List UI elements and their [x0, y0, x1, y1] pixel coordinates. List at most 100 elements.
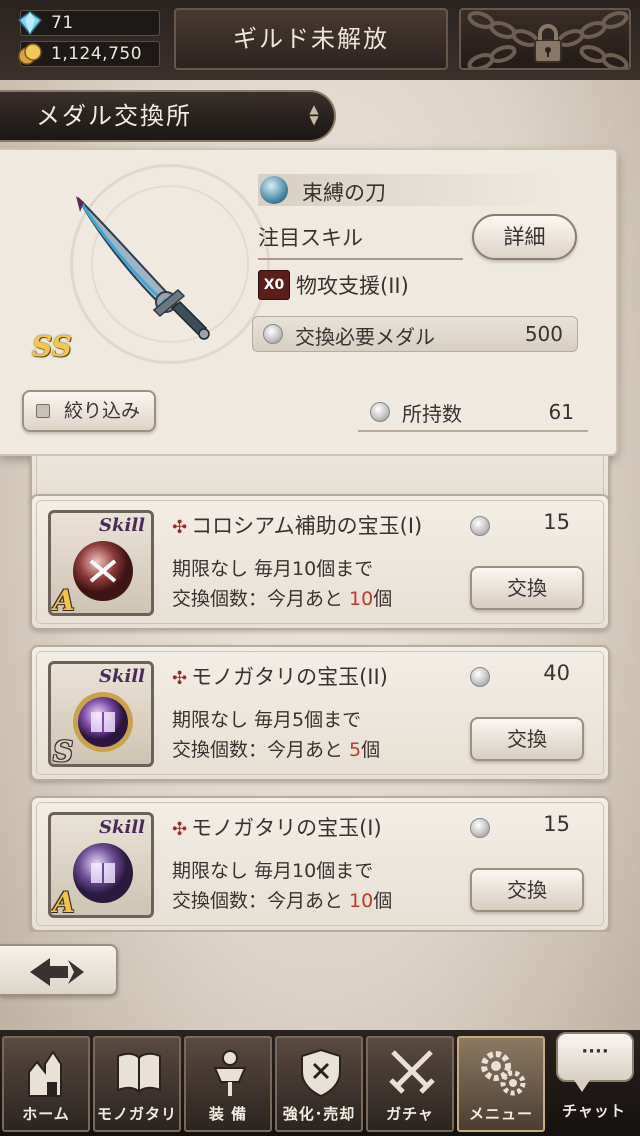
skill-tag: Skill [99, 515, 145, 536]
top-bar: 71 1,124,750 ギルド未解放 [0, 0, 640, 80]
filter-checkbox-icon [36, 404, 50, 418]
mannequin-icon [213, 1050, 247, 1096]
item-price: 40 [543, 661, 570, 685]
nav-gacha[interactable]: ガチャ [366, 1036, 454, 1132]
castle-icon [28, 1050, 62, 1097]
count-prefix: 交換個数：今月あと [172, 739, 350, 761]
nav-enhance[interactable]: 強化･売却 [275, 1036, 363, 1132]
skill-tag: Skill [99, 666, 145, 687]
gem-count: 71 [51, 13, 74, 33]
sort-arrows-icon[interactable]: ▲ ▼ [304, 103, 326, 128]
required-medal-value: 500 [524, 322, 563, 346]
filter-button[interactable]: 絞り込み [22, 390, 156, 432]
cross-icon: ✣ [172, 517, 188, 538]
nav-menu[interactable]: メニュー [457, 1036, 545, 1132]
nav-story-label: モノガタリ [96, 1105, 177, 1123]
list-item: Skill S ✣ モノガタリの宝玉(II) 40 期限なし 毎月5個まで 交換個… [30, 645, 610, 781]
owned-medal-row: 所持数 61 [358, 396, 588, 432]
list-item: Skill A ✣ モノガタリの宝玉(I) 15 期限なし 毎月10個まで 交換個… [30, 796, 610, 932]
item-icon: Skill A [48, 812, 154, 918]
nav-chat-label[interactable]: チャット [548, 1100, 640, 1121]
item-price: 15 [543, 812, 570, 836]
gold-count: 1,124,750 [51, 44, 143, 64]
chain-lock-icon [467, 11, 629, 68]
back-arrow-icon [30, 958, 84, 986]
shield-icon [301, 1048, 341, 1098]
medal-icon [470, 667, 490, 687]
detail-button[interactable]: 詳細 [472, 214, 577, 260]
item-rank: A [53, 584, 75, 616]
nav-equip-label: 装 備 [208, 1105, 248, 1123]
bottom-navigation: ホーム モノガタリ 装 備 強化･売却 ガチャ メニュー [0, 1030, 640, 1136]
orb-icon [71, 841, 135, 905]
gem-counter: 71 [17, 10, 160, 36]
gears-icon [481, 1051, 526, 1096]
guild-button[interactable]: ギルド未解放 [174, 8, 448, 70]
medal-icon [470, 818, 490, 838]
weapon-name: 束縛の刀 [302, 181, 386, 205]
focus-skill-label: 注目スキル [258, 222, 463, 260]
crossed-swords-icon [389, 1050, 435, 1094]
item-detail-panel: SS 束縛の刀 注目スキル 詳細 X0 物攻支援(II) 交換必要メダル 500… [0, 148, 618, 456]
required-medal-row: 交換必要メダル 500 [252, 316, 578, 352]
exchange-list[interactable]: Skill A ✣ コロシアム補助の宝玉(I) 15 期限なし 毎月10個まで 交… [0, 456, 640, 932]
nav-home-label: ホーム [22, 1105, 70, 1123]
medal-icon [370, 402, 390, 422]
count-suffix: 個 [361, 739, 381, 761]
nav-equip[interactable]: 装 備 [184, 1036, 272, 1132]
back-button[interactable] [0, 944, 118, 996]
list-item: Skill A ✣ コロシアム補助の宝玉(I) 15 期限なし 毎月10個まで 交… [30, 494, 610, 630]
item-rank: A [53, 886, 75, 918]
cross-icon: ✣ [172, 668, 188, 689]
item-remaining-count: 交換個数：今月あと 5個 [172, 735, 380, 762]
count-suffix: 個 [373, 588, 393, 610]
skill-tag: Skill [99, 817, 145, 838]
item-limit: 期限なし 毎月5個まで [172, 709, 362, 731]
count-suffix: 個 [373, 890, 393, 912]
owned-label: 所持数 [402, 402, 462, 426]
cross-icon: ✣ [172, 819, 188, 840]
exchange-button[interactable]: 交換 [470, 566, 584, 610]
orb-icon [71, 539, 135, 603]
gold-counter: 1,124,750 [18, 41, 160, 67]
item-name: モノガタリの宝玉(I) [191, 816, 382, 840]
book-icon [117, 1052, 161, 1094]
sword-icon [76, 196, 210, 340]
weapon-name-row: 束縛の刀 [258, 174, 558, 206]
item-name-row: ✣ モノガタリの宝玉(II) [172, 661, 388, 691]
item-rank: S [53, 735, 74, 767]
orb-icon [71, 690, 135, 754]
medal-icon [263, 324, 283, 344]
nav-gacha-label: ガチャ [386, 1105, 434, 1123]
item-name-row: ✣ モノガタリの宝玉(I) [172, 812, 382, 842]
item-remaining-count: 交換個数：今月あと 10個 [172, 886, 392, 913]
item-name-row: ✣ コロシアム補助の宝玉(I) [172, 510, 422, 540]
nav-enhance-label: 強化･売却 [282, 1105, 356, 1123]
count-prefix: 交換個数：今月あと [172, 890, 350, 912]
item-limit: 期限なし 毎月10個まで [172, 558, 374, 580]
required-medal-label: 交換必要メダル [295, 325, 435, 349]
exchange-button[interactable]: 交換 [470, 868, 584, 912]
count-number: 10 [349, 890, 374, 912]
medal-icon [470, 516, 490, 536]
item-icon: Skill A [48, 510, 154, 616]
skill-type-icon: X0 [258, 270, 290, 300]
gem-icon [17, 11, 43, 35]
chat-bubble-icon[interactable]: ···· [556, 1032, 634, 1092]
item-limit: 期限なし 毎月10個まで [172, 860, 374, 882]
item-name: コロシアム補助の宝玉(I) [191, 514, 423, 538]
locked-feature-button[interactable] [459, 8, 631, 70]
item-price: 15 [543, 510, 570, 534]
coin-icon [18, 43, 42, 65]
owned-value: 61 [548, 400, 574, 424]
nav-story[interactable]: モノガタリ [93, 1036, 181, 1132]
item-remaining-count: 交換個数：今月あと 10個 [172, 584, 392, 611]
skill-name: 物攻支援(II) [296, 274, 409, 298]
page-title: メダル交換所 ▲ ▼ [0, 90, 336, 142]
exchange-button[interactable]: 交換 [470, 717, 584, 761]
weapon-rank-badge: SS [32, 330, 72, 363]
count-prefix: 交換個数：今月あと [172, 588, 350, 610]
nav-home[interactable]: ホーム [2, 1036, 90, 1132]
filter-button-label: 絞り込み [64, 400, 141, 422]
count-number: 5 [349, 739, 362, 761]
